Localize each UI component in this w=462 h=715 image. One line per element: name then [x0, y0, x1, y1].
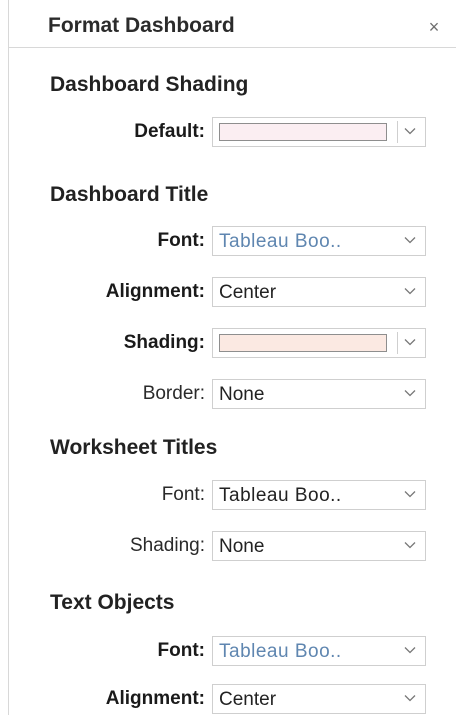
- title-font-dropdown[interactable]: Tableau Boo..: [212, 226, 426, 256]
- chevron-down-icon: [404, 237, 416, 244]
- title-border-label: Border:: [142, 383, 205, 404]
- title-shading-swatch: [219, 334, 387, 352]
- worksheet-shading-label: Shading:: [129, 535, 205, 556]
- chevron-down-icon: [404, 339, 416, 346]
- section-title-worksheet-titles: Worksheet Titles: [50, 436, 218, 459]
- text-alignment-label: Alignment:: [105, 688, 205, 709]
- title-shading-dropdown[interactable]: [212, 328, 426, 358]
- default-shading-label: Default:: [134, 121, 205, 142]
- chevron-down-icon: [404, 390, 416, 397]
- dropdown-divider: [397, 332, 398, 354]
- title-border-value: None: [219, 384, 265, 405]
- text-alignment-dropdown[interactable]: Center: [212, 684, 426, 714]
- chevron-down-icon: [404, 128, 416, 135]
- section-title-dashboard-shading: Dashboard Shading: [50, 73, 249, 96]
- title-alignment-label: Alignment:: [105, 281, 205, 302]
- section-title-text-objects: Text Objects: [50, 591, 175, 614]
- header-divider: [8, 47, 456, 48]
- worksheet-shading-dropdown[interactable]: None: [212, 531, 426, 561]
- worksheet-font-value: Tableau Boo..: [219, 485, 342, 506]
- title-alignment-value: Center: [219, 282, 277, 303]
- chevron-down-icon: [404, 647, 416, 654]
- chevron-down-icon: [404, 491, 416, 498]
- text-font-dropdown[interactable]: Tableau Boo..: [212, 636, 426, 666]
- title-alignment-dropdown[interactable]: Center: [212, 277, 426, 307]
- title-font-value: Tableau Boo..: [219, 231, 342, 252]
- text-font-value: Tableau Boo..: [219, 641, 342, 662]
- text-alignment-value: Center: [219, 689, 277, 710]
- panel-left-border: [8, 0, 9, 715]
- close-icon[interactable]: ×: [423, 16, 445, 38]
- title-shading-label: Shading:: [123, 332, 205, 353]
- worksheet-font-dropdown[interactable]: Tableau Boo..: [212, 480, 426, 510]
- chevron-down-icon: [404, 695, 416, 702]
- default-shading-dropdown[interactable]: [212, 117, 426, 147]
- title-border-dropdown[interactable]: None: [212, 379, 426, 409]
- default-shading-swatch: [219, 123, 387, 141]
- title-font-label: Font:: [157, 230, 205, 251]
- text-font-label: Font:: [157, 640, 205, 661]
- chevron-down-icon: [404, 288, 416, 295]
- section-title-dashboard-title: Dashboard Title: [50, 183, 209, 206]
- panel-title: Format Dashboard: [48, 14, 235, 37]
- worksheet-font-label: Font:: [161, 484, 205, 505]
- worksheet-shading-value: None: [219, 536, 265, 557]
- dropdown-divider: [397, 121, 398, 143]
- chevron-down-icon: [404, 542, 416, 549]
